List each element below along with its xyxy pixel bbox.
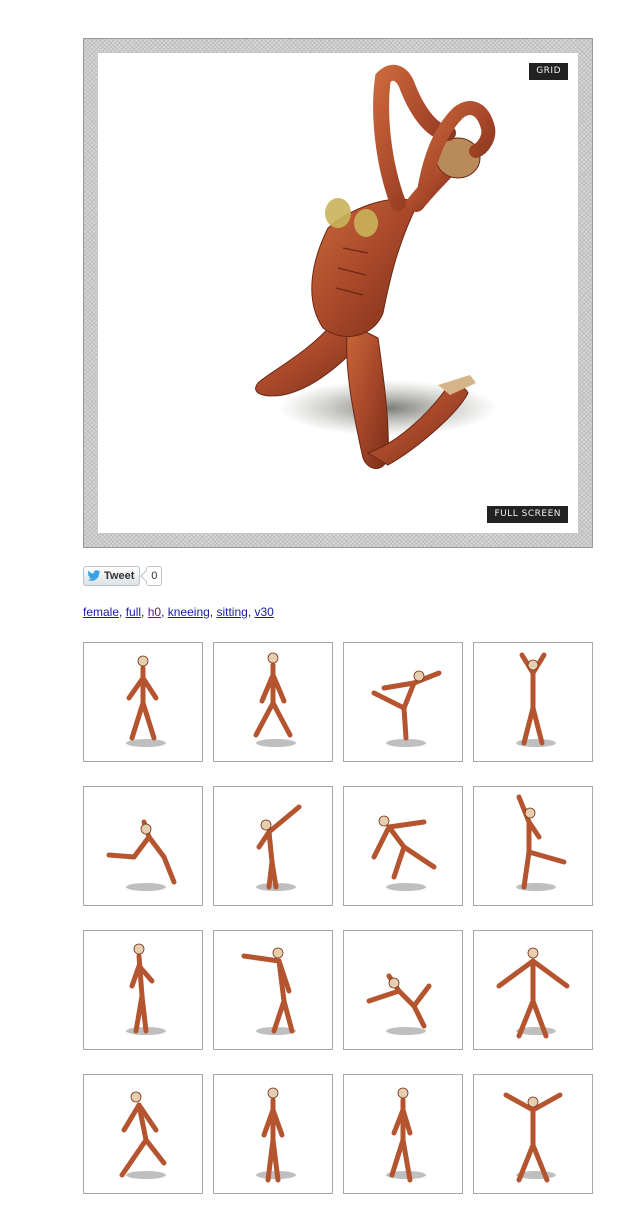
tag-separator: , (247, 605, 255, 619)
tag-list: female, full, h0, kneeing, sitting, v30 (83, 605, 274, 619)
tag-link-female[interactable]: female (83, 605, 119, 619)
female-figure-icon (386, 1087, 426, 1183)
female-figure-icon (253, 652, 296, 747)
female-figure-icon (256, 804, 302, 891)
female-figure-icon (516, 794, 567, 891)
tweet-label: Tweet (104, 570, 135, 582)
male-figure-icon (503, 1092, 563, 1183)
pose-viewer: GRID FULL SCREEN (83, 38, 593, 548)
pose-thumbnail[interactable] (83, 786, 203, 906)
tag-link-v30[interactable]: v30 (255, 605, 274, 619)
pose-thumbnail[interactable] (473, 930, 593, 1050)
pose-thumbnail[interactable] (343, 930, 463, 1050)
female-figure-icon (256, 1087, 296, 1183)
pose-thumbnail[interactable] (473, 1074, 593, 1194)
pose-thumbnail[interactable] (213, 1074, 333, 1194)
pose-thumbnail[interactable] (343, 642, 463, 762)
female-figure-icon (106, 819, 177, 891)
pose-thumbnail[interactable] (213, 930, 333, 1050)
pose-thumbnail[interactable] (473, 786, 593, 906)
main-pose-figure (255, 64, 498, 469)
female-figure-icon (126, 655, 166, 747)
pose-thumbnail[interactable] (213, 786, 333, 906)
tag-link-kneeing[interactable]: kneeing (168, 605, 210, 619)
female-figure-icon (241, 947, 296, 1035)
male-figure-icon (119, 1091, 167, 1179)
tag-separator: , (119, 605, 126, 619)
social-share-row: Tweet 0 (83, 566, 163, 586)
pose-thumbnail[interactable] (473, 642, 593, 762)
tag-link-sitting[interactable]: sitting (216, 605, 247, 619)
twitter-bird-icon (87, 570, 101, 581)
tag-separator: , (141, 605, 148, 619)
female-figure-icon (516, 652, 556, 747)
pose-thumbnail[interactable] (83, 642, 203, 762)
pose-thumbnail[interactable] (83, 1074, 203, 1194)
tag-separator: , (161, 605, 168, 619)
fullscreen-button[interactable]: FULL SCREEN (487, 506, 568, 523)
grid-button[interactable]: GRID (529, 63, 568, 80)
pose-thumbnail[interactable] (83, 930, 203, 1050)
female-figure-icon (371, 815, 437, 891)
female-figure-icon (366, 973, 432, 1035)
tag-link-full[interactable]: full (126, 605, 141, 619)
female-figure-icon (126, 943, 166, 1035)
tag-link-h0[interactable]: h0 (148, 605, 161, 619)
male-figure-icon (496, 947, 570, 1039)
pose-thumbnail[interactable] (213, 642, 333, 762)
pose-thumbnail[interactable] (343, 786, 463, 906)
pose-viewer-canvas[interactable]: GRID FULL SCREEN (98, 53, 578, 533)
female-figure-icon (371, 670, 442, 747)
pose-thumbnail[interactable] (343, 1074, 463, 1194)
tweet-count: 0 (146, 566, 163, 586)
tweet-button[interactable]: Tweet (83, 566, 141, 586)
